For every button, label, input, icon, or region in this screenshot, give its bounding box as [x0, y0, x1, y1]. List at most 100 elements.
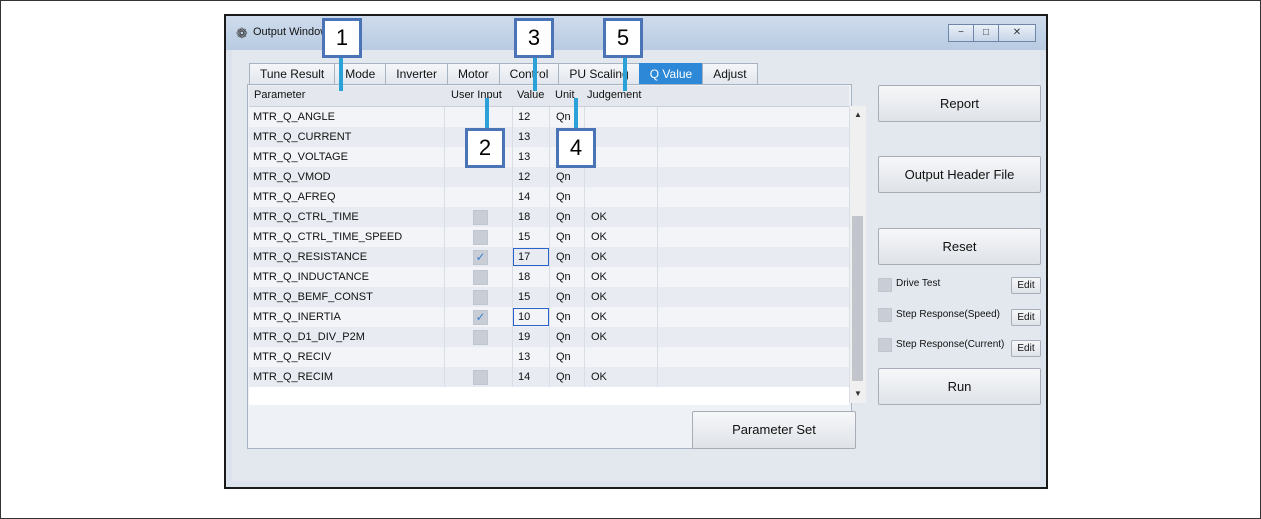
- tab-motor[interactable]: Motor: [446, 63, 500, 84]
- table-row[interactable]: MTR_Q_D1_DIV_P2M 19 Qn OK: [249, 327, 849, 347]
- table-row[interactable]: MTR_Q_CTRL_TIME 18 Qn OK: [249, 207, 849, 227]
- judgement-cell: OK: [585, 207, 658, 227]
- user-input-cell: [445, 107, 513, 127]
- parameter-cell: MTR_Q_VOLTAGE: [249, 147, 445, 167]
- value-cell[interactable]: 13: [512, 347, 550, 367]
- judgement-cell: [585, 107, 658, 127]
- judgement-cell: OK: [585, 227, 658, 247]
- judgement-cell: OK: [585, 287, 658, 307]
- value-cell[interactable]: 14: [512, 367, 550, 387]
- table-row[interactable]: MTR_Q_INERTIA ✓ 10 Qn OK: [249, 307, 849, 327]
- column-header-value[interactable]: Value: [517, 89, 544, 101]
- table-row[interactable]: MTR_Q_VOLTAGE 13: [249, 147, 849, 167]
- value-cell[interactable]: 18: [512, 267, 550, 287]
- tab-tune-result[interactable]: Tune Result: [249, 63, 336, 84]
- parameter-cell: MTR_Q_INDUCTANCE: [249, 267, 445, 287]
- tab-adjust[interactable]: Adjust: [702, 63, 758, 84]
- unit-cell: Qn: [550, 307, 585, 327]
- unit-cell: Qn: [550, 327, 585, 347]
- user-input-checkbox[interactable]: [473, 330, 488, 345]
- tab-control[interactable]: Control: [498, 63, 560, 84]
- value-cell[interactable]: 13: [512, 147, 550, 167]
- output-header-file-button[interactable]: Output Header File: [878, 156, 1041, 193]
- tab-inverter[interactable]: Inverter: [385, 63, 448, 84]
- column-header-unit[interactable]: Unit: [555, 89, 575, 101]
- parameter-cell: MTR_Q_INERTIA: [249, 307, 445, 327]
- unit-cell: Qn: [550, 347, 585, 367]
- user-input-checkbox[interactable]: ✓: [473, 310, 488, 325]
- user-input-checkbox[interactable]: ✓: [473, 250, 488, 265]
- value-cell[interactable]: 15: [512, 287, 550, 307]
- tab-q-value[interactable]: Q Value: [638, 63, 704, 84]
- user-input-cell: [445, 367, 513, 387]
- minimize-button[interactable]: −: [948, 24, 974, 42]
- callout-1: 1: [322, 18, 362, 58]
- drive-test-edit-button[interactable]: Edit: [1011, 277, 1041, 294]
- user-input-checkbox[interactable]: [473, 230, 488, 245]
- parameter-set-button[interactable]: Parameter Set: [692, 411, 856, 449]
- step-response-current-edit-button[interactable]: Edit: [1011, 340, 1041, 357]
- value-cell[interactable]: 13: [512, 127, 550, 147]
- step-response-speed-label: Step Response(Speed): [896, 309, 1000, 320]
- q-value-panel: Parameter User Input Value Unit Judgemen…: [247, 84, 866, 449]
- table-row[interactable]: MTR_Q_INDUCTANCE 18 Qn OK: [249, 267, 849, 287]
- user-input-checkbox[interactable]: [473, 210, 488, 225]
- callout-3-leader: [533, 55, 537, 91]
- table-row[interactable]: MTR_Q_RESISTANCE ✓ 17 Qn OK: [249, 247, 849, 267]
- step-response-speed-checkbox[interactable]: [878, 308, 892, 322]
- filler-cell: [658, 147, 849, 167]
- unit-cell: Qn: [550, 267, 585, 287]
- user-input-checkbox[interactable]: [473, 290, 488, 305]
- user-input-checkbox[interactable]: [473, 270, 488, 285]
- column-header-parameter[interactable]: Parameter: [254, 89, 305, 101]
- output-window: ❁ Output Window − □ ✕ Tune Result Mode I…: [224, 14, 1048, 489]
- parameter-cell: MTR_Q_CTRL_TIME_SPEED: [249, 227, 445, 247]
- judgement-cell: OK: [585, 327, 658, 347]
- value-cell[interactable]: 10: [512, 307, 550, 327]
- filler-cell: [658, 107, 849, 127]
- table-row[interactable]: MTR_Q_RECIM 14 Qn OK: [249, 367, 849, 387]
- grid-scrollbar[interactable]: ▲ ▼: [849, 106, 866, 403]
- table-row[interactable]: MTR_Q_RECIV 13 Qn: [249, 347, 849, 367]
- callout-3: 3: [514, 18, 554, 58]
- table-row[interactable]: MTR_Q_CTRL_TIME_SPEED 15 Qn OK: [249, 227, 849, 247]
- reset-button[interactable]: Reset: [878, 228, 1041, 265]
- callout-5-leader: [623, 55, 627, 91]
- run-button[interactable]: Run: [878, 368, 1041, 405]
- value-cell[interactable]: 14: [512, 187, 550, 207]
- value-cell[interactable]: 12: [512, 107, 550, 127]
- value-cell[interactable]: 18: [512, 207, 550, 227]
- step-response-speed-edit-button[interactable]: Edit: [1011, 309, 1041, 326]
- value-cell[interactable]: 12: [512, 167, 550, 187]
- unit-cell: Qn: [550, 107, 585, 127]
- step-response-current-checkbox[interactable]: [878, 338, 892, 352]
- close-button[interactable]: ✕: [998, 24, 1036, 42]
- scroll-thumb[interactable]: [852, 216, 863, 381]
- callout-4: 4: [556, 128, 596, 168]
- user-input-cell: [445, 347, 513, 367]
- table-row[interactable]: MTR_Q_AFREQ 14 Qn: [249, 187, 849, 207]
- report-button[interactable]: Report: [878, 85, 1041, 122]
- drive-test-checkbox[interactable]: [878, 278, 892, 292]
- parameter-cell: MTR_Q_AFREQ: [249, 187, 445, 207]
- tab-pu-scaling[interactable]: PU Scaling: [558, 63, 640, 84]
- filler-cell: [658, 327, 849, 347]
- user-input-cell: [445, 227, 513, 247]
- column-header-judgement[interactable]: Judgement: [587, 89, 641, 101]
- value-cell[interactable]: 17: [512, 247, 550, 267]
- column-header-user-input[interactable]: User Input: [451, 89, 502, 101]
- user-input-checkbox[interactable]: [473, 370, 488, 385]
- user-input-cell: [445, 187, 513, 207]
- maximize-button[interactable]: □: [973, 24, 999, 42]
- value-cell[interactable]: 15: [512, 227, 550, 247]
- app-icon: ❁: [236, 25, 248, 41]
- value-cell[interactable]: 19: [512, 327, 550, 347]
- table-row[interactable]: MTR_Q_ANGLE 12 Qn: [249, 107, 849, 127]
- parameter-cell: MTR_Q_VMOD: [249, 167, 445, 187]
- table-row[interactable]: MTR_Q_VMOD 12 Qn: [249, 167, 849, 187]
- table-row[interactable]: MTR_Q_BEMF_CONST 15 Qn OK: [249, 287, 849, 307]
- table-row[interactable]: MTR_Q_CURRENT 13: [249, 127, 849, 147]
- scroll-down-icon[interactable]: ▼: [850, 387, 866, 401]
- filler-cell: [658, 267, 849, 287]
- scroll-up-icon[interactable]: ▲: [850, 108, 866, 122]
